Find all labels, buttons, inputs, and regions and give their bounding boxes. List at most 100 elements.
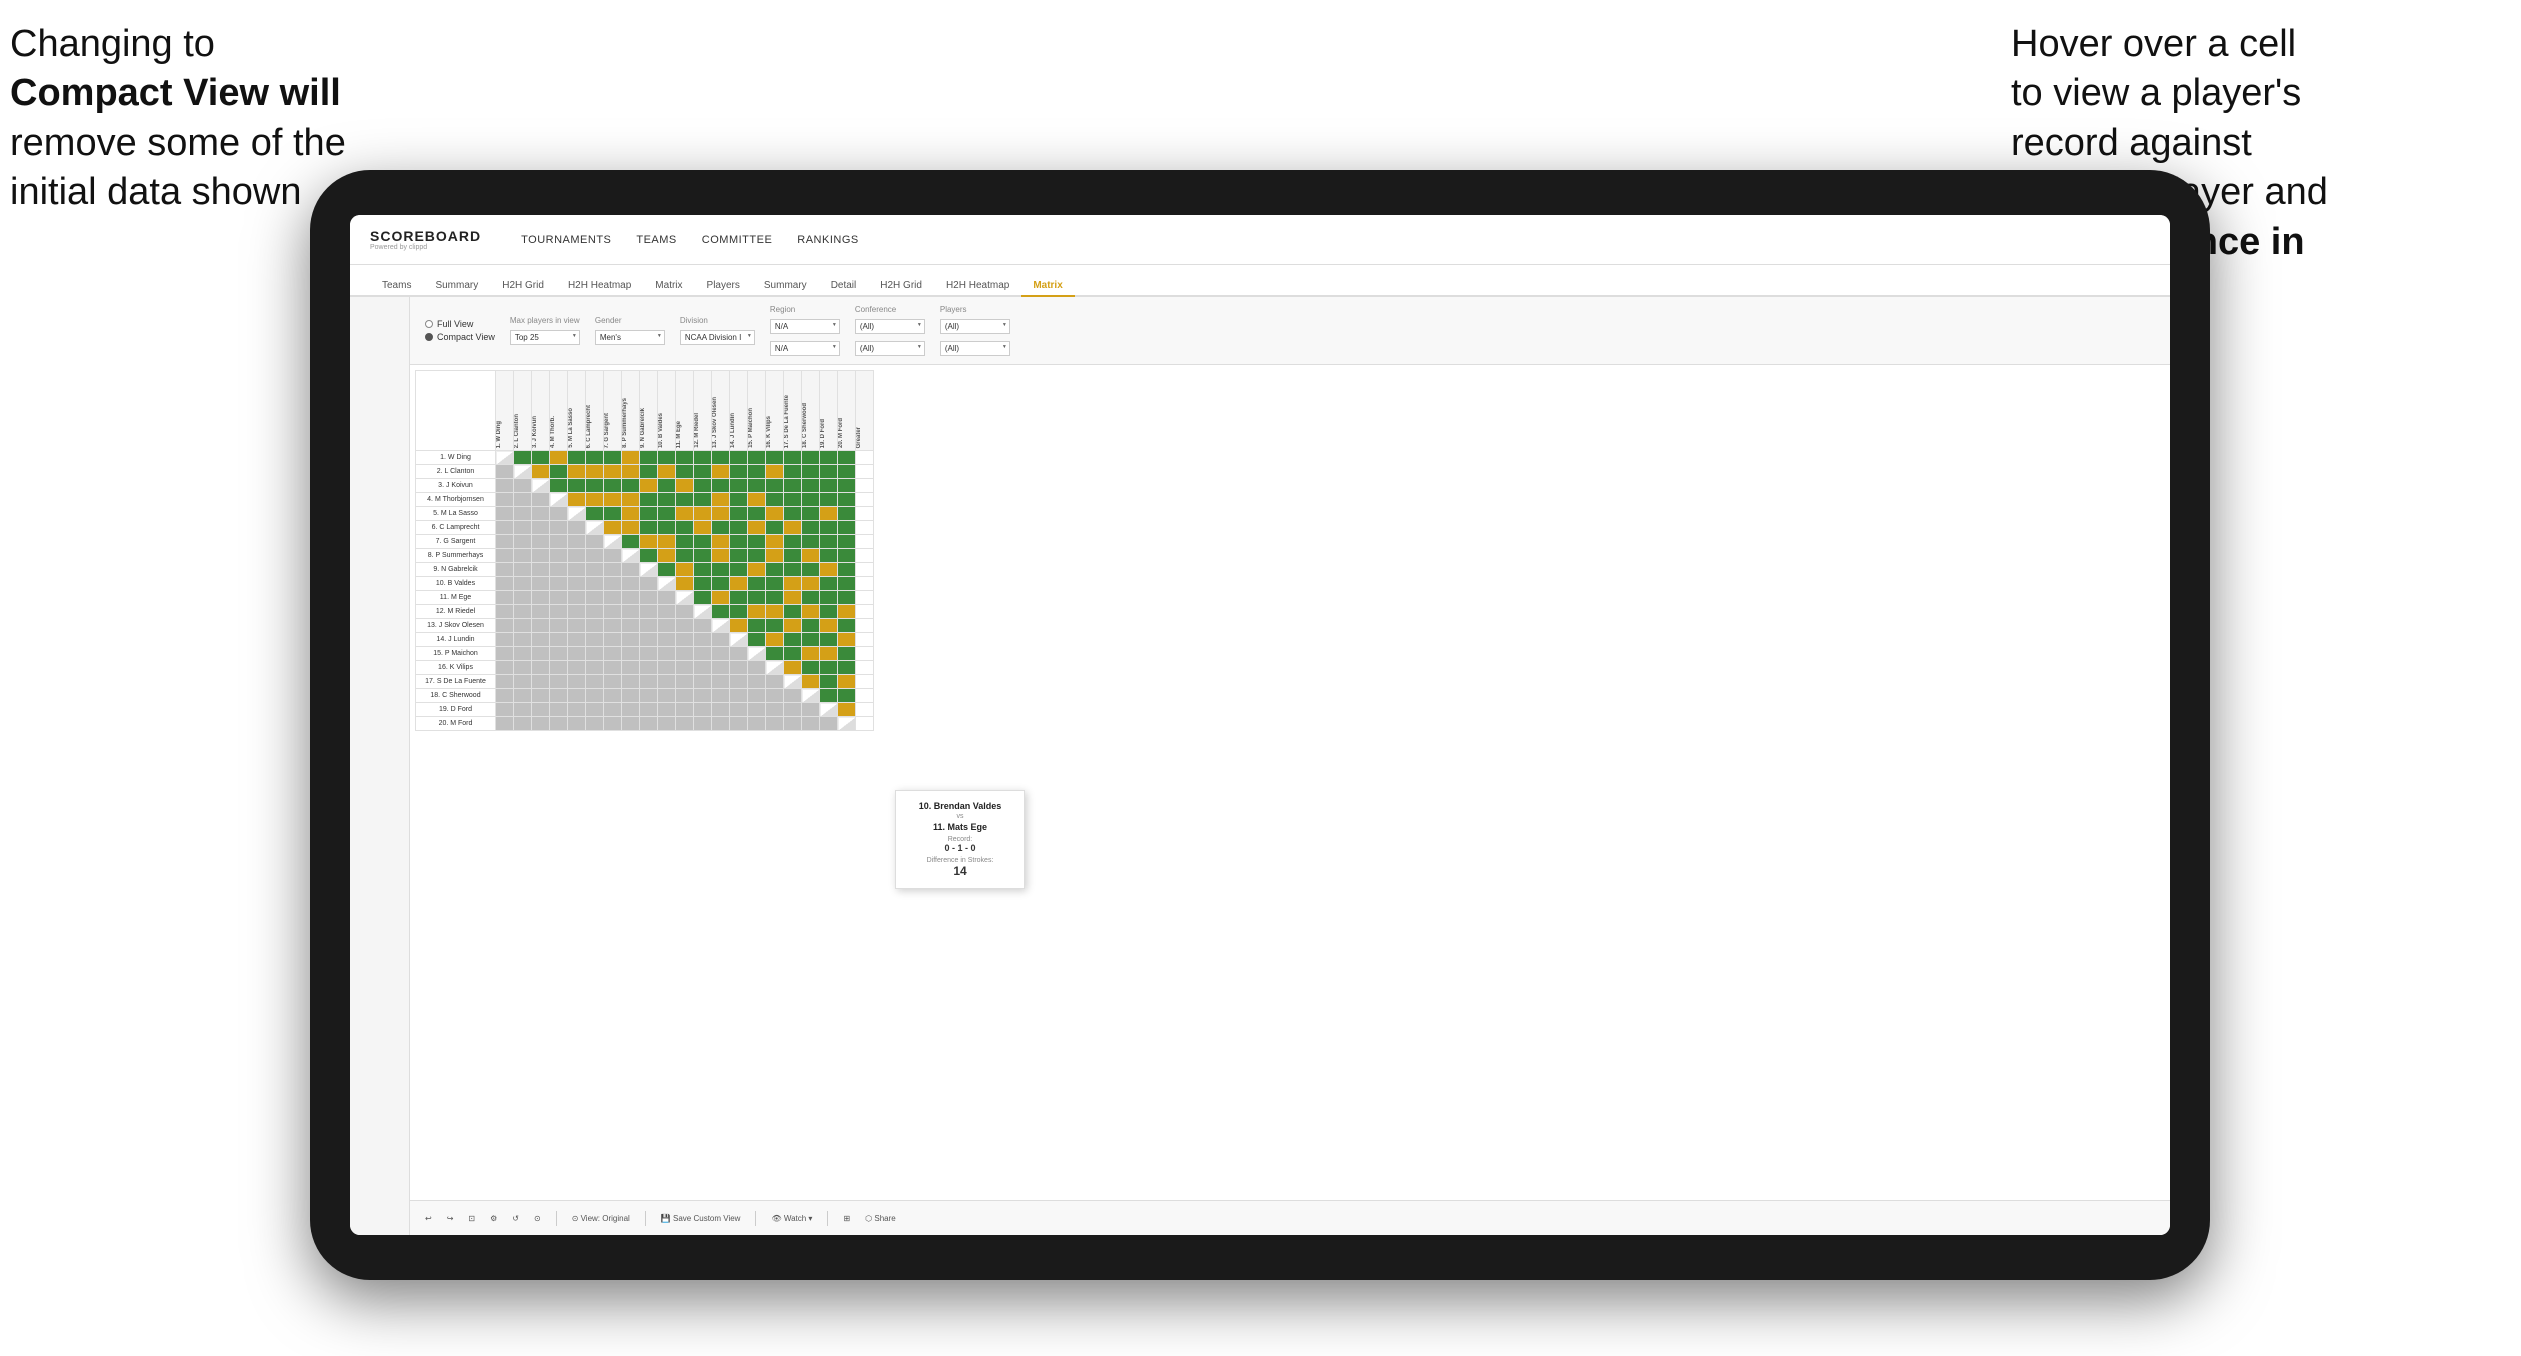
matrix-cell[interactable] — [748, 647, 766, 661]
players-select2[interactable]: (All) — [940, 341, 1010, 356]
matrix-cell[interactable] — [514, 591, 532, 605]
matrix-cell[interactable] — [784, 563, 802, 577]
matrix-cell[interactable] — [838, 493, 856, 507]
matrix-cell[interactable] — [604, 661, 622, 675]
players-select[interactable]: (All) — [940, 319, 1010, 334]
matrix-cell[interactable] — [532, 465, 550, 479]
nav-rankings[interactable]: RANKINGS — [797, 234, 858, 246]
matrix-cell[interactable] — [514, 563, 532, 577]
matrix-cell[interactable] — [586, 465, 604, 479]
matrix-cell[interactable] — [532, 675, 550, 689]
matrix-cell[interactable] — [532, 633, 550, 647]
matrix-cell[interactable] — [604, 451, 622, 465]
matrix-cell[interactable] — [766, 605, 784, 619]
matrix-cell[interactable] — [730, 549, 748, 563]
matrix-cell[interactable] — [514, 703, 532, 717]
matrix-cell[interactable] — [712, 619, 730, 633]
matrix-cell[interactable] — [676, 675, 694, 689]
matrix-cell[interactable] — [784, 633, 802, 647]
matrix-cell[interactable] — [856, 717, 874, 731]
matrix-cell[interactable] — [820, 479, 838, 493]
matrix-cell[interactable] — [532, 591, 550, 605]
matrix-cell[interactable] — [604, 507, 622, 521]
matrix-cell[interactable] — [640, 521, 658, 535]
matrix-cell[interactable] — [730, 479, 748, 493]
nav-tournaments[interactable]: TOURNAMENTS — [521, 234, 611, 246]
matrix-cell[interactable] — [784, 675, 802, 689]
matrix-cell[interactable] — [550, 507, 568, 521]
matrix-cell[interactable] — [748, 507, 766, 521]
region-select[interactable]: N/A — [770, 319, 840, 334]
matrix-cell[interactable] — [712, 647, 730, 661]
matrix-cell[interactable] — [730, 507, 748, 521]
matrix-cell[interactable] — [730, 451, 748, 465]
matrix-cell[interactable] — [496, 563, 514, 577]
matrix-cell[interactable] — [640, 689, 658, 703]
matrix-cell[interactable] — [496, 717, 514, 731]
matrix-cell[interactable] — [748, 535, 766, 549]
matrix-cell[interactable] — [802, 675, 820, 689]
matrix-cell[interactable] — [658, 451, 676, 465]
matrix-cell[interactable] — [676, 535, 694, 549]
matrix-cell[interactable] — [820, 675, 838, 689]
matrix-cell[interactable] — [496, 577, 514, 591]
matrix-cell[interactable] — [748, 451, 766, 465]
matrix-cell[interactable] — [820, 591, 838, 605]
matrix-cell[interactable] — [856, 633, 874, 647]
matrix-cell[interactable] — [712, 465, 730, 479]
matrix-cell[interactable] — [514, 577, 532, 591]
matrix-cell[interactable] — [784, 535, 802, 549]
matrix-cell[interactable] — [694, 479, 712, 493]
matrix-cell[interactable] — [532, 619, 550, 633]
matrix-cell[interactable] — [496, 521, 514, 535]
matrix-cell[interactable] — [820, 633, 838, 647]
matrix-cell[interactable] — [712, 451, 730, 465]
matrix-cell[interactable] — [640, 451, 658, 465]
matrix-cell[interactable] — [856, 507, 874, 521]
matrix-cell[interactable] — [748, 675, 766, 689]
matrix-cell[interactable] — [802, 465, 820, 479]
matrix-cell[interactable] — [676, 661, 694, 675]
matrix-cell[interactable] — [784, 703, 802, 717]
matrix-cell[interactable] — [568, 661, 586, 675]
matrix-cell[interactable] — [712, 703, 730, 717]
matrix-cell[interactable] — [568, 451, 586, 465]
matrix-cell[interactable] — [550, 493, 568, 507]
matrix-cell[interactable] — [784, 605, 802, 619]
matrix-cell[interactable] — [496, 675, 514, 689]
matrix-cell[interactable] — [496, 465, 514, 479]
matrix-cell[interactable] — [820, 465, 838, 479]
matrix-cell[interactable] — [604, 465, 622, 479]
matrix-cell[interactable] — [496, 661, 514, 675]
matrix-cell[interactable] — [676, 619, 694, 633]
matrix-cell[interactable] — [784, 493, 802, 507]
matrix-cell[interactable] — [640, 717, 658, 731]
matrix-cell[interactable] — [766, 591, 784, 605]
matrix-cell[interactable] — [676, 507, 694, 521]
matrix-cell[interactable] — [604, 703, 622, 717]
matrix-cell[interactable] — [748, 493, 766, 507]
matrix-cell[interactable] — [784, 577, 802, 591]
matrix-cell[interactable] — [838, 675, 856, 689]
matrix-cell[interactable] — [568, 563, 586, 577]
matrix-cell[interactable] — [604, 577, 622, 591]
matrix-cell[interactable] — [856, 521, 874, 535]
matrix-cell[interactable] — [694, 507, 712, 521]
matrix-cell[interactable] — [514, 647, 532, 661]
matrix-cell[interactable] — [622, 493, 640, 507]
matrix-cell[interactable] — [712, 563, 730, 577]
matrix-cell[interactable] — [694, 577, 712, 591]
matrix-cell[interactable] — [604, 549, 622, 563]
matrix-cell[interactable] — [532, 479, 550, 493]
matrix-cell[interactable] — [622, 647, 640, 661]
matrix-cell[interactable] — [622, 465, 640, 479]
matrix-cell[interactable] — [856, 577, 874, 591]
matrix-cell[interactable] — [640, 577, 658, 591]
matrix-cell[interactable] — [604, 591, 622, 605]
matrix-cell[interactable] — [748, 619, 766, 633]
conference-select2[interactable]: (All) — [855, 341, 925, 356]
matrix-cell[interactable] — [586, 661, 604, 675]
matrix-cell[interactable] — [712, 493, 730, 507]
matrix-cell[interactable] — [802, 605, 820, 619]
matrix-cell[interactable] — [820, 661, 838, 675]
